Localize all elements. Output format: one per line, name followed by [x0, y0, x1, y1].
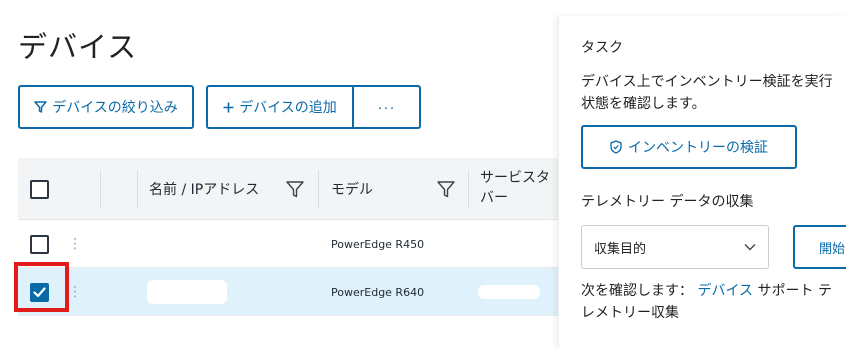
start-collection-button[interactable]: 開始 — [793, 225, 846, 269]
verify-inventory-label: インベントリーの検証 — [628, 139, 768, 155]
verify-inventory-button[interactable]: インベントリーの検証 — [581, 125, 797, 169]
table-header: 名前 / IPアドレス モデル サービスタ バー — [18, 158, 558, 220]
more-actions-button[interactable]: ··· — [354, 85, 421, 129]
column-header-name: 名前 / IPアドレス — [149, 182, 260, 198]
inventory-description-line1: デバイス上でインベントリー検証を実行 — [581, 74, 833, 90]
column-header-service-tag-line2: バー — [480, 190, 508, 206]
collection-purpose-select[interactable]: 収集目的 — [581, 225, 769, 269]
telemetry-title: テレメトリー データの収集 — [581, 194, 754, 210]
telemetry-note: 次を確認します： デバイス サポート テレメトリー収集 — [581, 280, 843, 324]
chevron-down-icon — [744, 240, 756, 255]
row-drag-handle-icon[interactable]: ⋮ — [68, 220, 82, 268]
toolbar: デバイスの絞り込み デバイスの追加 ··· — [18, 85, 421, 129]
row-drag-handle-icon[interactable]: ⋮ — [68, 268, 82, 316]
add-device-split-button: デバイスの追加 ··· — [206, 85, 421, 129]
column-header-model: モデル — [331, 182, 373, 198]
page-title: デバイス — [18, 30, 138, 64]
name-column-filter-icon[interactable] — [286, 158, 304, 220]
row-service-tag-redacted — [478, 268, 540, 316]
add-device-button[interactable]: デバイスの追加 — [206, 85, 354, 129]
filter-devices-button[interactable]: デバイスの絞り込み — [18, 85, 194, 129]
inventory-description-line2: 状態を確認します。 — [581, 96, 706, 112]
devices-link[interactable]: デバイス — [697, 283, 753, 299]
model-column-filter-icon[interactable] — [437, 158, 455, 220]
filter-devices-label: デバイスの絞り込み — [52, 99, 178, 115]
inventory-description: デバイス上でインベントリー検証を実行 状態を確認します。 — [581, 71, 843, 115]
row-model: PowerEdge R450 — [331, 237, 425, 251]
row-checkbox[interactable] — [30, 220, 49, 268]
row-name-redacted[interactable] — [147, 268, 227, 316]
column-header-service-tag-line1: サービスタ — [480, 170, 550, 186]
row-model: PowerEdge R640 — [331, 285, 425, 299]
column-header-service-tag: サービスタ バー — [480, 168, 550, 208]
note-prefix: 次を確認します： — [581, 283, 693, 299]
plus-icon — [223, 102, 234, 113]
add-device-label: デバイスの追加 — [239, 99, 337, 115]
table-row[interactable]: ⋮ PowerEdge R450 — [18, 220, 558, 268]
table-row[interactable]: ⋮ PowerEdge R640 — [18, 268, 558, 316]
devices-table: 名前 / IPアドレス モデル サービスタ バー ⋮ PowerEdge R45… — [18, 158, 558, 316]
panel-title: タスク — [581, 40, 623, 56]
funnel-icon — [34, 101, 47, 113]
select-all-checkbox[interactable] — [30, 158, 49, 220]
selection-highlight-box — [14, 262, 69, 312]
shield-icon — [610, 140, 622, 154]
tasks-panel: タスク デバイス上でインベントリー検証を実行 状態を確認します。 インベントリー… — [558, 16, 846, 348]
collection-purpose-value: 収集目的 — [594, 241, 647, 257]
